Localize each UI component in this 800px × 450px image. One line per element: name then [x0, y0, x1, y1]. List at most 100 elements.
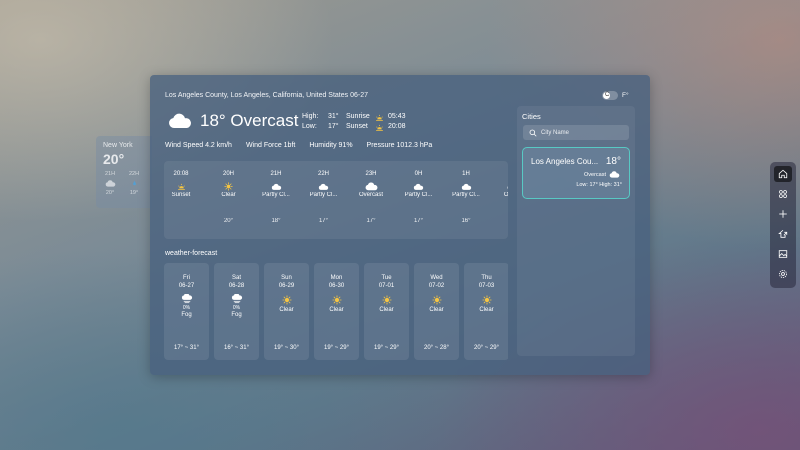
- weather-window: Los Angeles County, Los Angeles, Califor…: [150, 75, 650, 375]
- right-dock: [770, 162, 796, 288]
- high-value: 31°: [328, 113, 339, 120]
- hour-condition: Sunset: [171, 192, 191, 198]
- sunrise-label: Sunrise: [346, 113, 370, 120]
- day-condition: Clear: [479, 307, 494, 313]
- city-search-input[interactable]: City Name: [523, 125, 629, 140]
- hour-time: 0H: [414, 171, 423, 177]
- dock-button-image[interactable]: [774, 246, 792, 262]
- sun-icon: [464, 293, 508, 307]
- daily-forecast-card[interactable]: Thu 07-03 Clear 20° ~ 29°: [464, 263, 508, 360]
- day-precip-chance: 0%: [232, 305, 241, 311]
- daily-forecast-card[interactable]: Fri 06-27 0% Fog 17° ~ 31°: [164, 263, 209, 360]
- daily-forecast-card[interactable]: Tue 07-01 Clear 19° ~ 29°: [364, 263, 409, 360]
- sunset-icon: [375, 123, 384, 132]
- hourly-item: 1H Partly Cl... 16°: [446, 171, 486, 224]
- cities-panel: Cities City Name Los Angeles Cou... 18° …: [517, 106, 635, 356]
- dock-button-settings[interactable]: [774, 266, 792, 282]
- mini-city-card-new-york[interactable]: New York 20° 21H 20° 22H 19°: [96, 136, 152, 208]
- sun-times: Sunrise 05:43 Sunset 20:08: [346, 112, 406, 132]
- hourly-item: 22H Partly Cl... 17°: [304, 171, 344, 224]
- dock-button-home[interactable]: [774, 166, 792, 182]
- hourly-forecast[interactable]: 20:08 Sunset 20H Clear 20° 21H Partly Cl.…: [164, 161, 508, 239]
- partly-cloudy-icon: [304, 180, 344, 192]
- day-name: Mon: [330, 275, 343, 281]
- day-condition: Clear: [429, 307, 444, 313]
- wind-speed: Wind Speed 4.2 km/h: [165, 142, 232, 149]
- mini-hour-temp: 19°: [129, 190, 139, 196]
- wind-force: Wind Force 1bft: [245, 142, 296, 149]
- hourly-item: 20:08 Sunset: [164, 171, 201, 218]
- hour-condition: Partly Cl...: [452, 192, 480, 198]
- day-temp-range: 20° ~ 28°: [424, 345, 449, 351]
- day-condition: Clear: [279, 307, 294, 313]
- day-name: Fri: [183, 275, 190, 281]
- city-search-placeholder: City Name: [541, 129, 570, 136]
- dock-button-add[interactable]: [774, 206, 792, 222]
- hour-temp: 17°: [366, 218, 376, 224]
- daily-forecast[interactable]: Fri 06-27 0% Fog 17° ~ 31° Sat 06-28 0% F…: [164, 263, 508, 361]
- hour-temp: 16°: [494, 218, 509, 224]
- sun-icon: [264, 293, 309, 307]
- cloud-icon: [351, 180, 391, 192]
- hour-time: 20:08: [173, 171, 189, 177]
- hour-condition: Partly Cl...: [262, 192, 290, 198]
- day-temp-range: 19° ~ 29°: [374, 345, 399, 351]
- day-date: 07-03: [478, 283, 495, 289]
- day-date: 06-28: [228, 283, 245, 289]
- unit-toggle-switch[interactable]: C: [602, 91, 618, 100]
- humidity: Humidity 91%: [309, 142, 353, 149]
- hour-time: 1H: [462, 171, 470, 177]
- dock-button-apps[interactable]: [774, 186, 792, 202]
- city-card-los-angeles[interactable]: Los Angeles Cou... 18° Overcast Low: 17°…: [522, 147, 630, 199]
- dock-button-share[interactable]: [774, 226, 792, 242]
- forecast-title: weather-forecast: [165, 250, 218, 257]
- day-date: 07-01: [378, 283, 395, 289]
- hour-temp: 16°: [461, 218, 471, 224]
- daily-forecast-card[interactable]: Sat 06-28 0% Fog 16° ~ 31°: [214, 263, 259, 360]
- day-name: Sun: [281, 275, 292, 281]
- unit-toggle[interactable]: C F°: [602, 90, 632, 101]
- day-date: 07-02: [428, 283, 445, 289]
- sun-icon: [209, 180, 249, 192]
- daily-forecast-card[interactable]: Mon 06-30 Clear 19° ~ 29°: [314, 263, 359, 360]
- hour-temp: 17°: [318, 218, 329, 224]
- city-card-condition-text: Overcast: [583, 171, 606, 178]
- day-condition: Clear: [379, 307, 394, 313]
- rain-icon: [131, 180, 138, 187]
- daily-forecast-card[interactable]: Wed 07-02 Clear 20° ~ 28°: [414, 263, 459, 360]
- sunrise-icon: [375, 113, 384, 122]
- hour-time: 22H: [317, 171, 329, 177]
- mini-hour-time: 21H: [104, 171, 116, 177]
- day-date: 06-29: [278, 283, 295, 289]
- high-low: High: 31° Low: 17°: [302, 112, 339, 132]
- hour-temp: 17°: [413, 218, 424, 224]
- day-date: 06-30: [328, 283, 345, 289]
- cities-title: Cities: [522, 112, 541, 121]
- day-temp-range: 19° ~ 29°: [324, 345, 349, 351]
- hour-temp: 20°: [223, 218, 234, 224]
- unit-celsius-label: C: [605, 92, 610, 98]
- hour-time: 2H: [494, 171, 509, 180]
- current-weather: 18° Overcast: [168, 111, 298, 131]
- cloud-icon: [105, 180, 116, 187]
- city-card-temp: 18°: [605, 156, 621, 167]
- day-name: Wed: [430, 275, 443, 281]
- day-temp-range: 17° ~ 31°: [174, 345, 199, 351]
- day-temp-range: 16° ~ 31°: [224, 345, 249, 351]
- sunset-label: Sunset: [346, 123, 368, 130]
- day-date: 06-27: [178, 283, 195, 289]
- current-temp-condition: 18° Overcast: [200, 111, 299, 130]
- sunset-icon: [164, 180, 201, 192]
- city-card-name: Los Angeles Cou...: [531, 157, 599, 166]
- city-card-condition: Overcast: [584, 171, 620, 178]
- mini-city-name: New York: [103, 142, 133, 149]
- fog-icon: [214, 293, 259, 305]
- mini-hour-temp: 20°: [105, 190, 115, 196]
- partly-cloudy-icon: [446, 180, 486, 192]
- sunset-value: 20:08: [388, 123, 406, 130]
- hour-temp: 18°: [271, 218, 281, 224]
- hour-condition: Clear: [221, 192, 236, 198]
- sun-icon: [314, 293, 359, 307]
- hourly-item: 20H Clear 20°: [209, 171, 249, 224]
- daily-forecast-card[interactable]: Sun 06-29 Clear 19° ~ 30°: [264, 263, 309, 360]
